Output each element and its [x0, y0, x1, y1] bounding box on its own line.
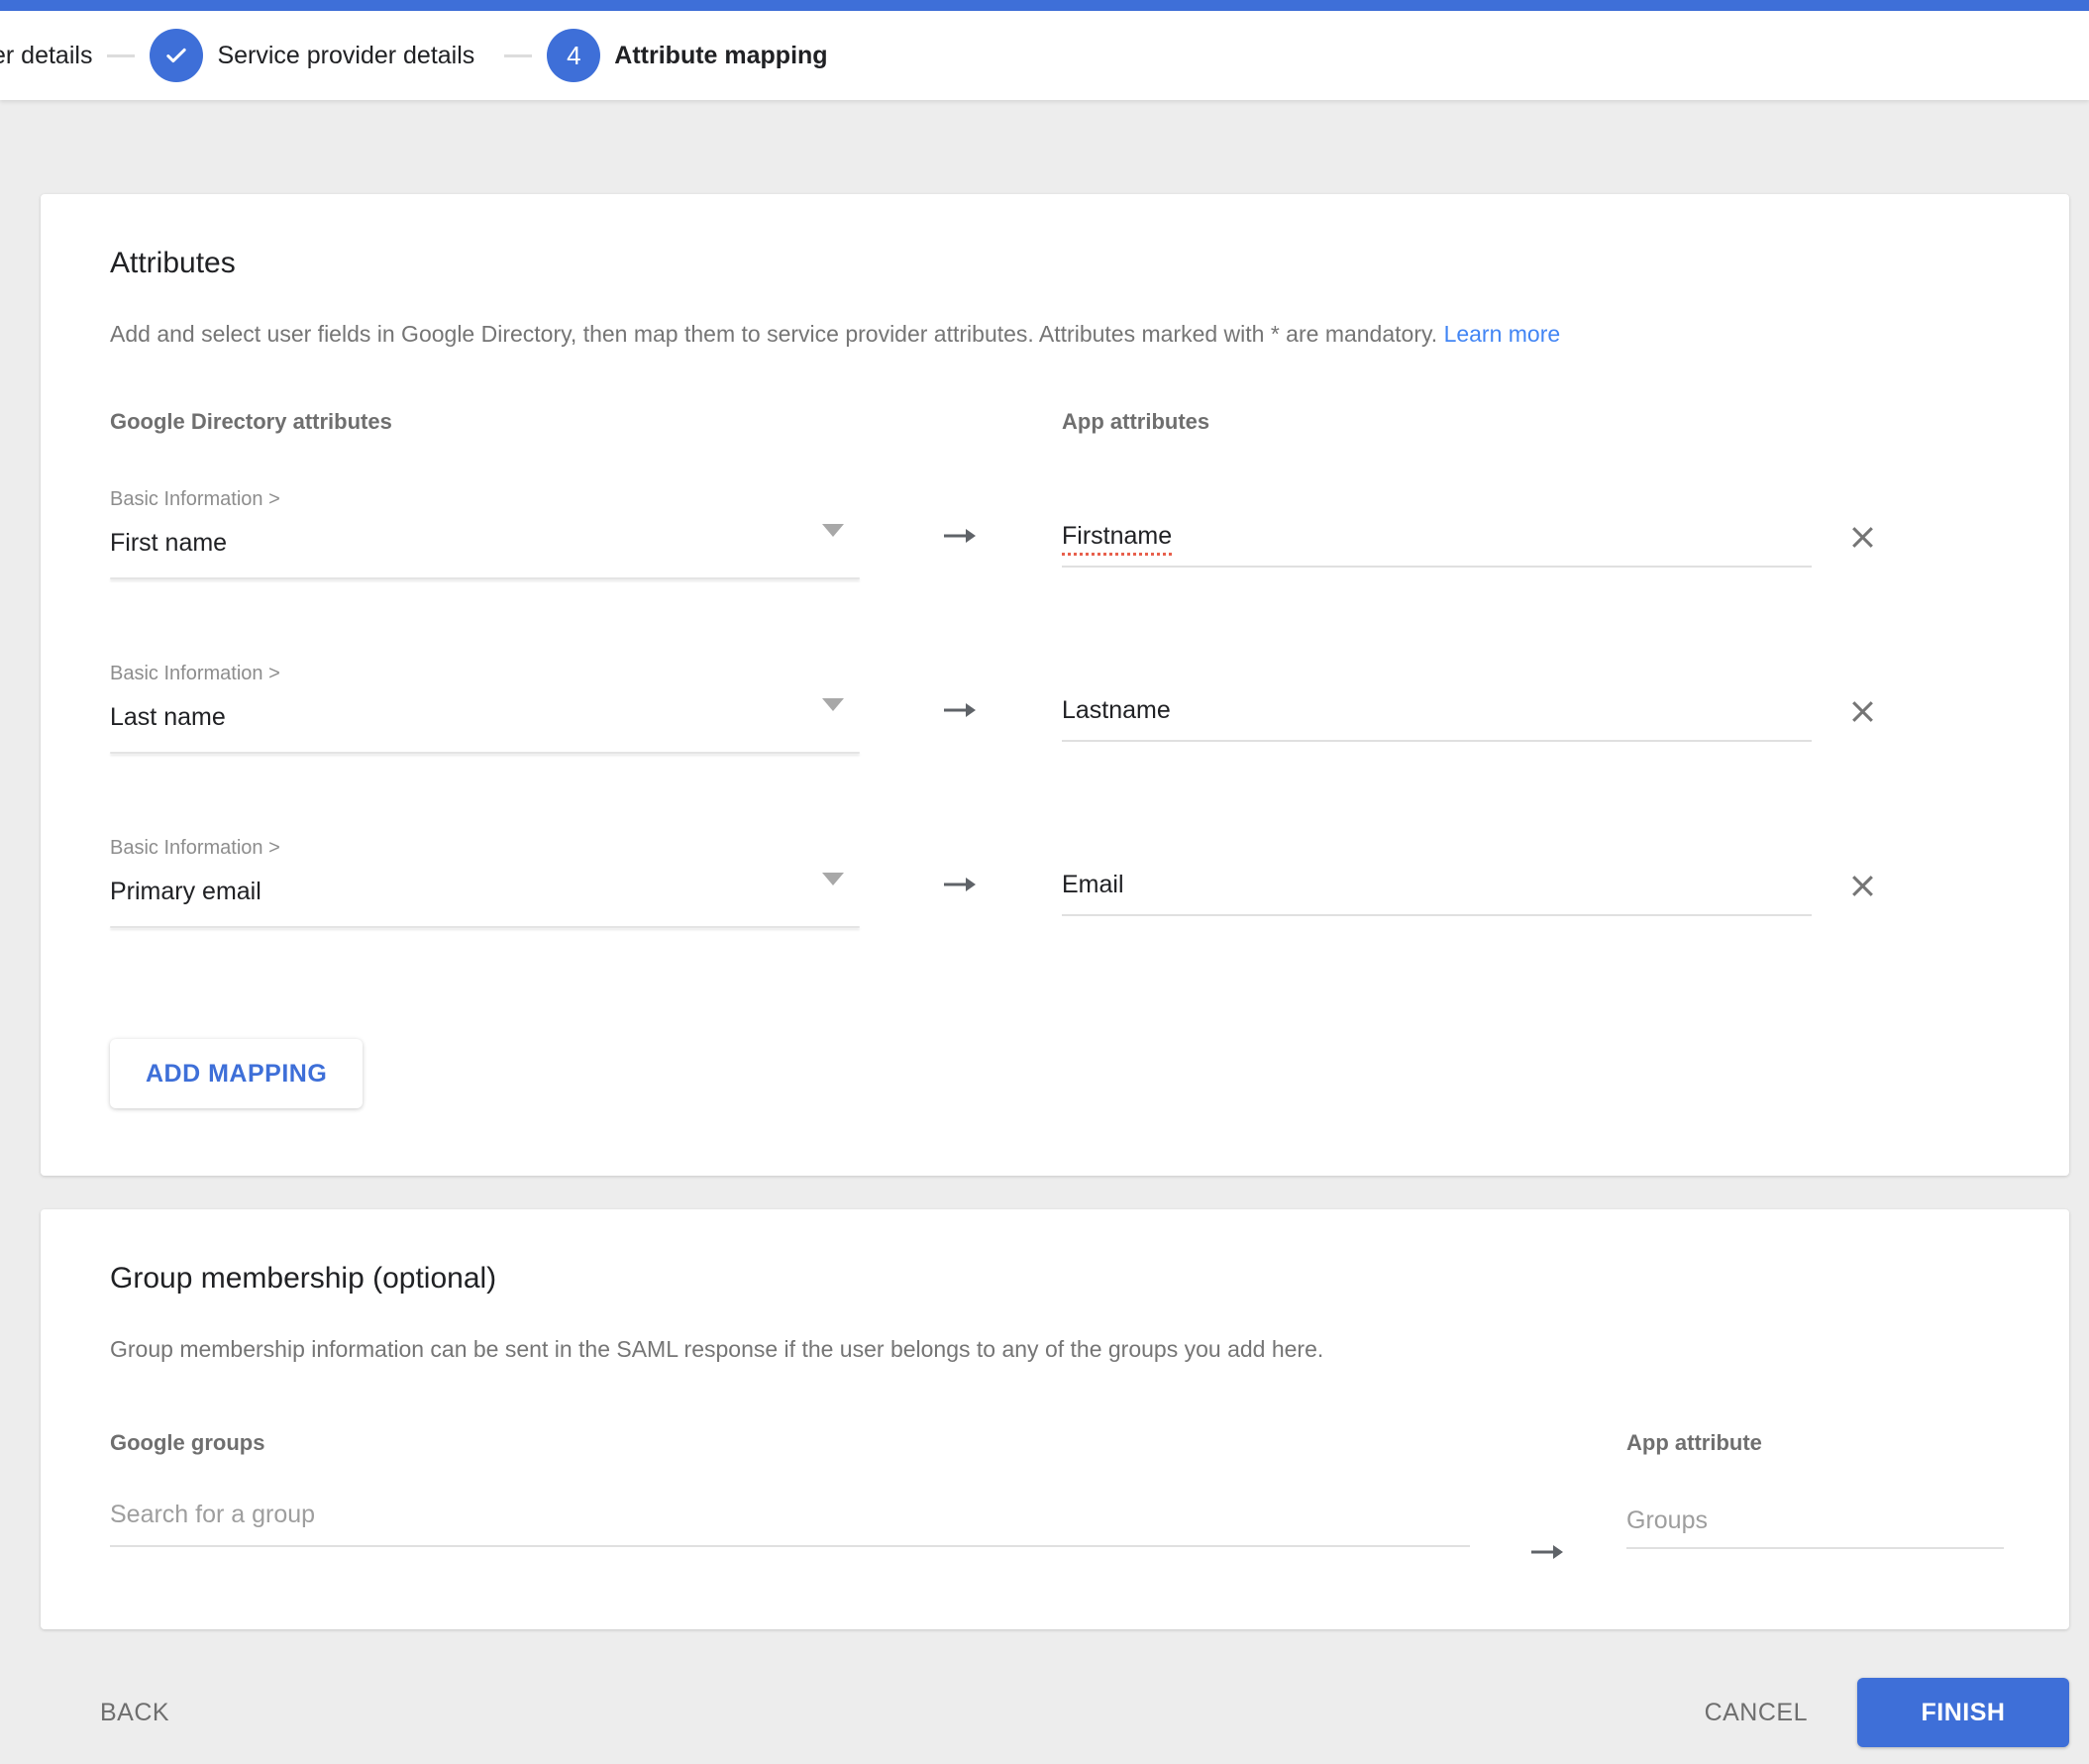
- wizard-footer: BACK CANCEL FINISH: [41, 1678, 2069, 1747]
- top-accent-bar: [0, 0, 2089, 11]
- directory-attribute-value: Last name: [110, 703, 226, 731]
- attributes-card-description: Add and select user fields in Google Dir…: [110, 319, 2000, 349]
- directory-attribute-category: Basic Information >: [110, 488, 280, 510]
- app-attribute-value: Lastname: [1062, 696, 1171, 724]
- attributes-description-text: Add and select user fields in Google Dir…: [110, 321, 1438, 347]
- dropdown-caret-icon: [822, 873, 844, 885]
- dropdown-caret-icon: [822, 524, 844, 537]
- step-number-badge: 4: [547, 29, 601, 82]
- group-membership-card: Group membership (optional) Group member…: [41, 1209, 2069, 1629]
- field-underline: [110, 752, 860, 754]
- field-underline: [110, 577, 860, 579]
- attribute-mapping-list: Basic Information > First name Firstname…: [110, 480, 2000, 1003]
- step-label-attribute-mapping: Attribute mapping: [614, 41, 828, 69]
- field-underline: [110, 926, 860, 928]
- stepper-truncated-step-label: er details: [0, 41, 93, 69]
- mapping-arrow-icon: [860, 829, 1062, 896]
- app-attribute-header: App attribute: [1626, 1430, 1762, 1455]
- step-number: 4: [567, 41, 581, 70]
- google-directory-attributes-header: Google Directory attributes: [110, 409, 392, 434]
- app-attribute-input[interactable]: Lastname: [1062, 694, 1812, 742]
- finish-button[interactable]: FINISH: [1857, 1678, 2069, 1747]
- directory-attribute-value: First name: [110, 529, 228, 557]
- directory-attribute-category: Basic Information >: [110, 837, 280, 859]
- app-attribute-value: Email: [1062, 871, 1124, 898]
- group-search-input[interactable]: [110, 1501, 1470, 1547]
- group-membership-description: Group membership information can be sent…: [110, 1336, 1324, 1362]
- step-label-service-provider-details: Service provider details: [217, 41, 475, 69]
- attribute-mapping-row: Basic Information > First name Firstname: [110, 480, 2000, 655]
- directory-attribute-select[interactable]: Basic Information > First name: [110, 480, 860, 579]
- attribute-mapping-row: Basic Information > Primary email Email: [110, 829, 2000, 1003]
- attribute-mapping-row: Basic Information > Last name Lastname: [110, 655, 2000, 829]
- stepper-connector: [504, 53, 533, 57]
- app-attribute-input[interactable]: Email: [1062, 869, 1812, 916]
- directory-attribute-category: Basic Information >: [110, 663, 280, 684]
- wizard-stepper: er details Service provider details 4 At…: [0, 11, 2089, 100]
- group-membership-title: Group membership (optional): [110, 1262, 497, 1295]
- remove-mapping-button[interactable]: [1843, 692, 1882, 731]
- mapping-arrow-icon: [860, 655, 1062, 722]
- directory-attribute-select[interactable]: Basic Information > Primary email: [110, 829, 860, 928]
- attributes-card: Attributes Add and select user fields in…: [41, 194, 2069, 1176]
- attributes-column-headers: Google Directory attributes App attribut…: [110, 408, 2000, 436]
- directory-attribute-select[interactable]: Basic Information > Last name: [110, 655, 860, 754]
- remove-mapping-button[interactable]: [1843, 518, 1882, 557]
- mapping-arrow-icon: [860, 480, 1062, 548]
- page-content: Attributes Add and select user fields in…: [41, 194, 2069, 1747]
- app-attribute-column: App attribute: [1626, 1429, 2004, 1549]
- google-groups-column: Google groups: [110, 1429, 1470, 1547]
- back-button[interactable]: BACK: [94, 1689, 175, 1737]
- cancel-button[interactable]: CANCEL: [1699, 1689, 1814, 1737]
- directory-attribute-value: Primary email: [110, 878, 261, 905]
- mapping-arrow-icon: [1470, 1429, 1626, 1564]
- remove-mapping-button[interactable]: [1843, 867, 1882, 905]
- attributes-card-title: Attributes: [110, 247, 236, 279]
- google-groups-header: Google groups: [110, 1430, 265, 1455]
- stepper-connector: [107, 53, 136, 57]
- app-attributes-header: App attributes: [1062, 409, 1210, 434]
- learn-more-link[interactable]: Learn more: [1444, 321, 1561, 347]
- dropdown-caret-icon: [822, 698, 844, 711]
- app-attribute-value: Firstname: [1062, 522, 1173, 556]
- group-mapping-row: Google groups App attribute: [110, 1429, 2004, 1564]
- group-app-attribute-input[interactable]: [1626, 1506, 2004, 1549]
- step-completed-check-icon: [150, 29, 204, 82]
- footer-right-actions: CANCEL FINISH: [1699, 1678, 2069, 1747]
- add-mapping-button[interactable]: ADD MAPPING: [110, 1039, 364, 1108]
- app-attribute-input[interactable]: Firstname: [1062, 520, 1812, 568]
